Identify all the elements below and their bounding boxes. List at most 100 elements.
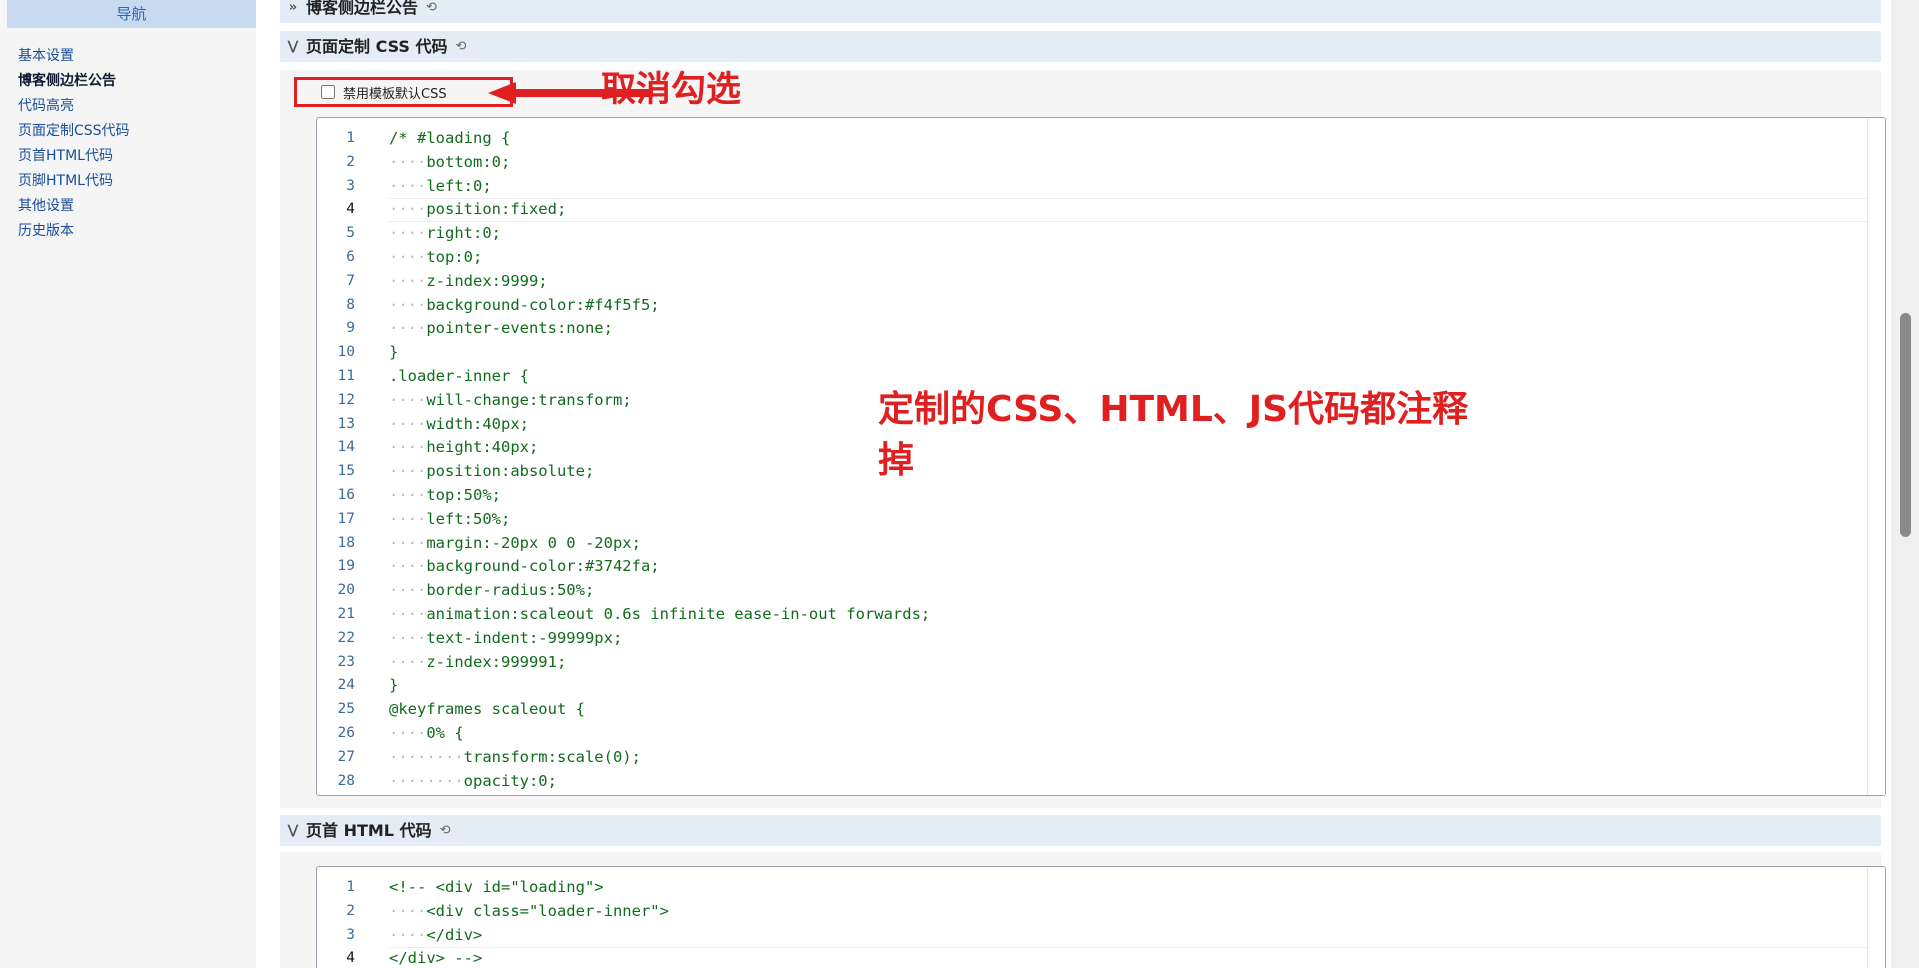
line-number: 6 xyxy=(346,248,355,265)
page-scrollbar[interactable] xyxy=(1891,0,1919,968)
indent-guide: ···· xyxy=(389,224,427,243)
indent-guide: ···· xyxy=(389,485,427,504)
code-content: top:0; xyxy=(426,247,483,266)
code-content: width:40px; xyxy=(426,414,529,433)
code-line: 1 /* #loading { xyxy=(317,127,1885,151)
code-content: } xyxy=(426,795,435,796)
sidebar-item-sidebar-notice[interactable]: 博客侧边栏公告 xyxy=(0,69,256,94)
line-number: 2 xyxy=(346,902,355,919)
code-text: ····right:0; xyxy=(389,222,501,246)
line-number: 1 xyxy=(346,879,355,895)
code-content: left:0; xyxy=(426,176,492,195)
code-text: ····</div> xyxy=(389,924,482,948)
code-content: height:40px; xyxy=(426,438,539,457)
code-content: text-indent:-99999px; xyxy=(426,628,623,647)
line-number: 2 xyxy=(346,153,355,170)
indent-guide: ········ xyxy=(389,771,464,790)
line-number: 26 xyxy=(337,724,355,741)
code-text: ····0% { xyxy=(389,722,464,746)
css-code-editor[interactable]: 1/* #loading {2 ····bottom:0; 3 ····left:0;… xyxy=(316,117,1886,796)
indent-guide: ···· xyxy=(389,247,427,266)
code-content: .loader-inner { xyxy=(389,366,529,385)
sidebar-item-history[interactable]: 历史版本 xyxy=(0,219,256,244)
code-content: background-color:#f4f5f5; xyxy=(426,295,660,314)
code-line: 23 ····z-index:999991; xyxy=(317,651,1885,675)
code-content: position:fixed; xyxy=(426,200,567,219)
code-content: top:50%; xyxy=(426,485,501,504)
nav-list: 基本设置 博客侧边栏公告 代码高亮 页面定制CSS代码 页首HTML代码 页脚H… xyxy=(0,44,256,244)
code-line: 24} xyxy=(317,674,1885,698)
code-line: 2 ····<div class="loader-inner"> xyxy=(317,900,1885,924)
code-text: ····background-color:#f4f5f5; xyxy=(389,294,660,318)
sidebar-item-custom-css[interactable]: 页面定制CSS代码 xyxy=(0,119,256,144)
code-text: ····position:fixed; xyxy=(389,198,566,222)
code-content: <!-- <div id="loading"> xyxy=(389,878,604,896)
reset-icon[interactable]: ⟲ xyxy=(440,815,451,846)
code-text: ········transform:scale(0); xyxy=(389,746,641,770)
disable-default-css-label: 禁用模板默认CSS xyxy=(343,86,447,102)
code-line: 18 ····margin:-20px 0 0 -20px; xyxy=(317,532,1885,556)
code-lines: 1 <!-- <div id="loading"> 2 ····<div class=… xyxy=(317,876,1885,968)
line-number: 19 xyxy=(337,558,355,575)
indent-guide: ···· xyxy=(389,414,427,433)
code-text: /* #loading { xyxy=(389,127,510,151)
line-number: 21 xyxy=(337,605,355,622)
line-number: 4 xyxy=(346,201,355,218)
code-line: 8 ····background-color:#f4f5f5; xyxy=(317,294,1885,318)
indent-guide: ···· xyxy=(389,723,427,742)
code-content: margin:-20px 0 0 -20px; xyxy=(426,533,641,552)
sidebar-nav: 导航 基本设置 博客侧边栏公告 代码高亮 页面定制CSS代码 页首HTML代码 … xyxy=(0,0,256,968)
html-code-editor[interactable]: 1 <!-- <div id="loading"> 2 ····<div class=… xyxy=(316,866,1886,968)
line-number: 15 xyxy=(337,463,355,480)
sidebar-item-basic-settings[interactable]: 基本设置 xyxy=(0,44,256,69)
code-text: ····z-index:999991; xyxy=(389,651,566,675)
line-number: 3 xyxy=(346,177,355,194)
line-number: 16 xyxy=(337,486,355,503)
indent-guide: ···· xyxy=(389,509,427,528)
section-header-header-html[interactable]: ⋁ 页首 HTML 代码 ⟲ xyxy=(280,815,1881,846)
reset-icon[interactable]: ⟲ xyxy=(456,31,467,62)
line-number: 23 xyxy=(337,653,355,670)
reset-icon[interactable]: ⟲ xyxy=(426,0,437,23)
indent-guide: ···· xyxy=(389,795,426,796)
line-number: 13 xyxy=(337,415,355,432)
code-text: </div> --> xyxy=(389,947,482,968)
code-content: @keyframes scaleout { xyxy=(389,700,585,719)
sidebar-item-footer-html[interactable]: 页脚HTML代码 xyxy=(0,169,256,194)
sidebar-item-other-settings[interactable]: 其他设置 xyxy=(0,194,256,219)
sidebar-item-code-highlight[interactable]: 代码高亮 xyxy=(0,94,256,119)
code-line: 15 ····position:absolute; xyxy=(317,460,1885,484)
code-text: ····border-radius:50%; xyxy=(389,579,594,603)
line-number: 17 xyxy=(337,510,355,527)
code-line: 7 ····z-index:9999; xyxy=(317,270,1885,294)
indent-guide: ···· xyxy=(389,176,427,195)
page-scrollbar-thumb[interactable] xyxy=(1900,313,1911,537)
line-number: 27 xyxy=(337,748,355,765)
section-header-sidebar-notice[interactable]: » 博客侧边栏公告 ⟲ xyxy=(280,0,1881,23)
code-text: ····text-indent:-99999px; xyxy=(389,627,622,651)
code-content: z-index:999991; xyxy=(426,652,567,671)
code-text: ····width:40px; xyxy=(389,413,529,437)
code-content: z-index:9999; xyxy=(426,271,548,290)
sidebar-item-header-html[interactable]: 页首HTML代码 xyxy=(0,144,256,169)
disable-default-css-option[interactable]: 禁用模板默认CSS xyxy=(294,77,513,107)
code-content: /* #loading { xyxy=(389,129,511,147)
code-content: } xyxy=(389,676,399,695)
section-title: 页面定制 CSS 代码 xyxy=(306,37,448,56)
indent-guide: ···· xyxy=(389,628,427,647)
code-text: ····height:40px; xyxy=(389,436,538,460)
code-text: ····position:absolute; xyxy=(389,460,594,484)
code-text: ····will-change:transform; xyxy=(389,389,632,413)
header-html-panel: 1 <!-- <div id="loading"> 2 ····<div class=… xyxy=(280,852,1886,968)
code-content: position:absolute; xyxy=(426,462,595,481)
code-text: ····animation:scaleout 0.6s infinite eas… xyxy=(389,603,930,627)
section-title: 页首 HTML 代码 xyxy=(306,821,432,840)
line-number: 18 xyxy=(337,534,355,551)
code-content: <div class="loader-inner"> xyxy=(426,901,669,920)
indent-guide: ···· xyxy=(389,925,427,944)
indent-guide: ···· xyxy=(389,390,427,409)
code-content: background-color:#3742fa; xyxy=(426,557,660,576)
code-text: <!-- <div id="loading"> xyxy=(389,876,604,900)
disable-default-css-checkbox[interactable] xyxy=(321,85,335,99)
section-header-custom-css[interactable]: ⋁ 页面定制 CSS 代码 ⟲ xyxy=(280,31,1881,62)
